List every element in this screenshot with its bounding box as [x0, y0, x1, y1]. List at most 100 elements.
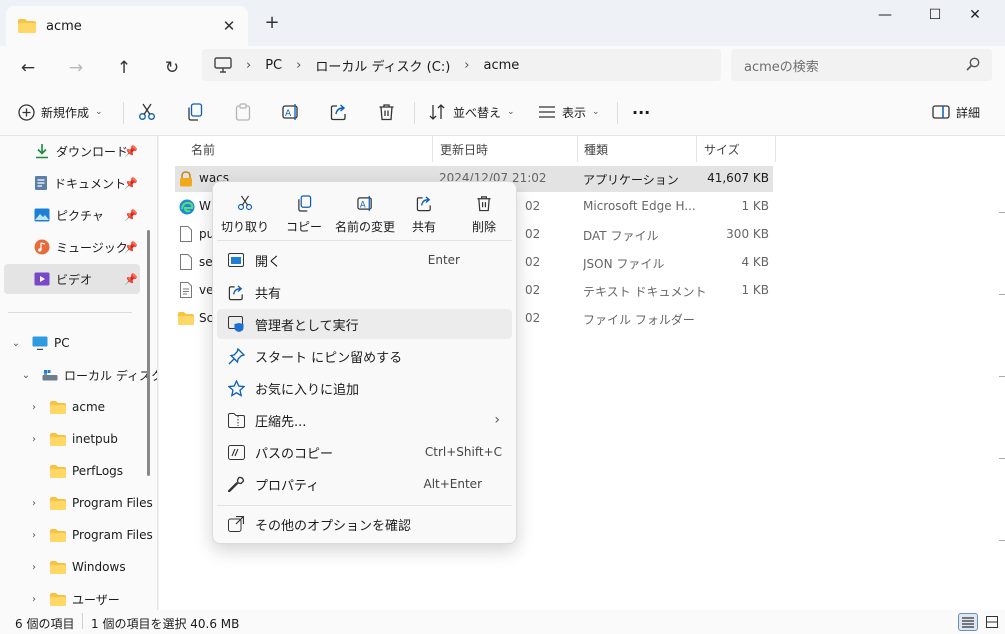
chevron-right-icon[interactable]: › [28, 498, 40, 509]
file-size: 41,607 KB [707, 171, 769, 185]
chevron-right-icon[interactable]: › [28, 594, 40, 605]
menu-item-shortcut: Alt+Enter [423, 477, 482, 491]
folder-icon [50, 400, 66, 414]
menu-item-open[interactable]: 開く Enter [217, 245, 512, 275]
menu-item-copy-path[interactable]: パスのコピー Ctrl+Shift+C [217, 437, 512, 467]
sidebar-item-folder[interactable]: › Program Files [28, 488, 153, 518]
menu-item-label: 管理者として実行 [255, 318, 359, 334]
menu-item-more-options[interactable]: その他のオプションを確認 [217, 509, 512, 539]
divider [82, 613, 83, 629]
sort-button[interactable]: 並べ替え ⌄ [429, 100, 515, 124]
context-copy-button[interactable]: コピー [274, 192, 334, 235]
menu-item-compress[interactable]: 圧縮先... › [217, 405, 512, 435]
column-header-date[interactable]: 更新日時 [440, 136, 488, 162]
sidebar-item-downloads[interactable]: ダウンロード 📌 [34, 136, 138, 166]
context-delete-button[interactable]: 削除 [454, 192, 514, 235]
up-arrow-icon[interactable]: ↑ [111, 55, 137, 81]
chevron-right-icon[interactable]: › [28, 530, 40, 541]
menu-item-share[interactable]: 共有 [217, 277, 512, 307]
sidebar-item-local-disk[interactable]: ⌄ ローカル ディスク [20, 360, 157, 390]
column-divider[interactable] [432, 136, 433, 162]
sidebar-item-music[interactable]: ミュージック 📌 [34, 232, 138, 262]
menu-item-pin-to-start[interactable]: スタート にピン留めする [217, 341, 512, 371]
divider [617, 102, 618, 124]
sidebar-scrollbar[interactable] [147, 230, 150, 476]
column-header-name[interactable]: 名前 [191, 136, 215, 162]
menu-item-shortcut: Enter [427, 253, 460, 267]
address-bar[interactable]: › PC › ローカル ディスク (C:) › acme [202, 49, 721, 81]
chevron-right-icon: › [494, 412, 500, 428]
chevron-right-icon[interactable]: › [28, 434, 40, 445]
close-window-button[interactable]: ✕ [955, 4, 995, 28]
refresh-icon[interactable]: ↻ [159, 55, 185, 81]
sidebar-item-videos[interactable]: ビデオ 📌 [4, 264, 140, 294]
context-rename-button[interactable]: A 名前の変更 [333, 192, 397, 235]
new-label: 新規作成 [41, 105, 90, 120]
share-button[interactable] [330, 100, 348, 124]
pin-icon: 📌 [124, 176, 138, 190]
sidebar-item-folder[interactable]: › acme [28, 392, 105, 422]
back-arrow-icon[interactable]: ← [15, 55, 41, 81]
new-tab-button[interactable]: + [262, 13, 282, 33]
sidebar-item-label: ピクチャ [56, 208, 104, 223]
app-lock-icon [180, 171, 192, 187]
maximize-button[interactable]: ☐ [915, 4, 955, 28]
sidebar-item-folder[interactable]: › Windows [28, 552, 126, 582]
share-icon [330, 104, 346, 121]
file-icon [180, 226, 192, 242]
details-pane-button[interactable]: 詳細 [932, 100, 980, 124]
breadcrumb-acme[interactable]: acme [484, 58, 520, 73]
edge-mark [999, 540, 1005, 541]
chevron-down-icon[interactable]: ⌄ [20, 370, 32, 381]
menu-item-add-favorite[interactable]: お気に入りに追加 [217, 373, 512, 403]
file-date: 02 [525, 199, 541, 213]
menu-item-run-as-admin[interactable]: 管理者として実行 [217, 309, 512, 339]
copy-button[interactable] [187, 100, 203, 124]
status-bar: 6 個の項目 1 個の項目を選択 40.6 MB [0, 610, 1005, 634]
column-divider[interactable] [577, 136, 578, 162]
column-header-size[interactable]: サイズ [704, 136, 740, 162]
sidebar-item-pictures[interactable]: ピクチャ 📌 [34, 200, 138, 230]
chevron-right-icon[interactable]: › [28, 562, 40, 573]
details-view-button[interactable] [958, 613, 978, 631]
column-header-type[interactable]: 種類 [584, 136, 608, 162]
breadcrumb-local-disk[interactable]: ローカル ディスク (C:) [315, 56, 450, 75]
divider [217, 505, 512, 506]
chevron-right-icon[interactable]: › [28, 402, 40, 413]
tiles-view-button[interactable] [982, 613, 1002, 631]
minimize-button[interactable]: — [865, 4, 905, 28]
tab-acme[interactable]: acme ✕ [6, 6, 248, 46]
paste-button[interactable] [235, 100, 251, 124]
search-input[interactable]: acmeの検索 [731, 49, 992, 81]
context-copy-label: コピー [285, 220, 322, 234]
sidebar-item-documents[interactable]: ドキュメント 📌 [34, 168, 138, 198]
open-window-icon [228, 253, 244, 267]
rename-button[interactable]: A [282, 100, 300, 124]
sidebar-item-label: PerfLogs [72, 464, 124, 478]
forward-arrow-icon[interactable]: → [63, 55, 89, 81]
sidebar-item-folder[interactable]: › Program Files [28, 520, 153, 550]
sidebar-item-folder[interactable]: › ユーザー [28, 584, 120, 610]
plus-circle-icon [18, 103, 35, 121]
divider [8, 312, 132, 313]
view-button[interactable]: 表示 ⌄ [538, 100, 600, 124]
new-button[interactable]: 新規作成 ⌄ [18, 100, 103, 124]
more-options-button[interactable]: ··· [632, 100, 650, 124]
column-divider[interactable] [775, 136, 776, 162]
column-divider[interactable] [696, 136, 697, 162]
close-tab-icon[interactable]: ✕ [220, 17, 238, 35]
sidebar-item-pc[interactable]: ⌄ PC [10, 328, 70, 358]
zip-folder-icon [227, 412, 245, 428]
svg-text:A: A [285, 109, 292, 119]
context-share-button[interactable]: 共有 [394, 192, 454, 235]
wrench-icon [227, 476, 244, 492]
context-cut-button[interactable]: 切り取り [215, 192, 275, 235]
menu-item-properties[interactable]: プロパティ Alt+Enter [217, 469, 512, 499]
cut-button[interactable] [138, 100, 156, 124]
sidebar-item-folder[interactable]: PerfLogs [28, 456, 123, 486]
folder-icon [50, 496, 66, 510]
delete-button[interactable] [378, 100, 395, 124]
chevron-down-icon[interactable]: ⌄ [10, 338, 22, 349]
breadcrumb-pc[interactable]: PC [265, 58, 282, 73]
sidebar-item-folder[interactable]: › inetpub [28, 424, 118, 454]
